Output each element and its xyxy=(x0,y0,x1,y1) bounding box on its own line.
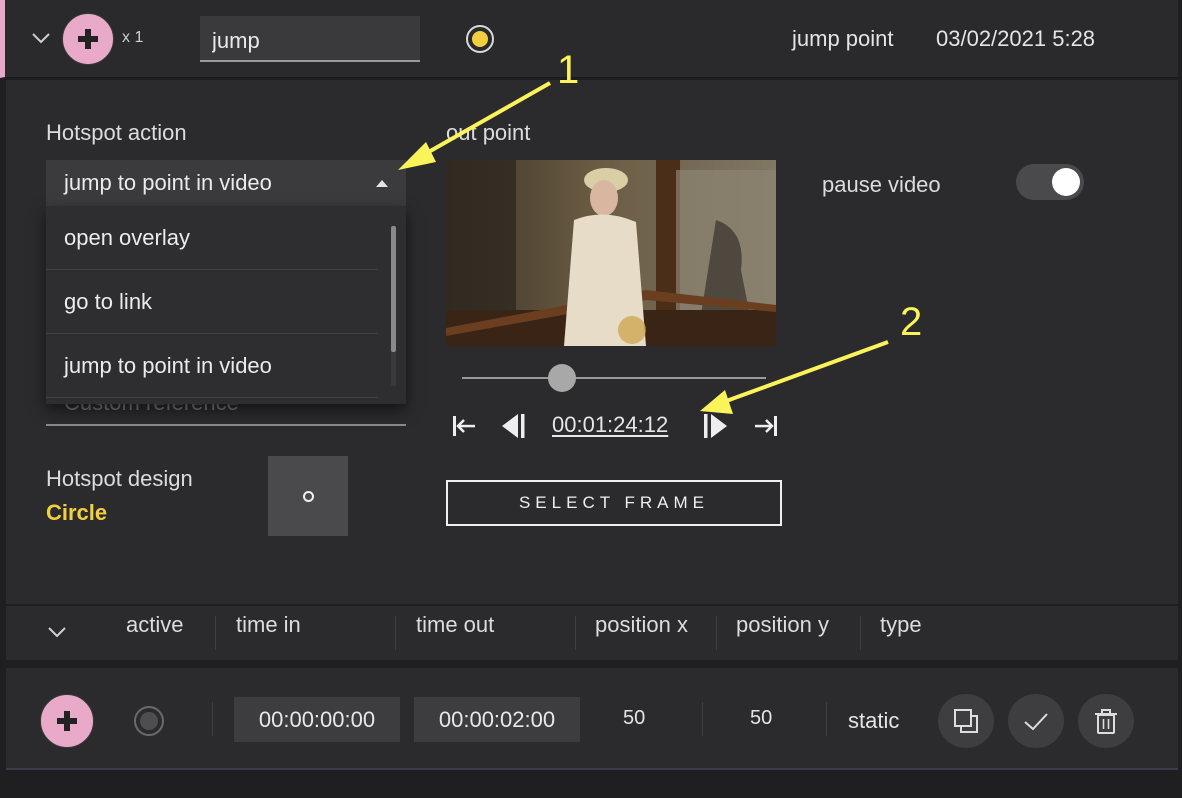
annotation-arrow-1 xyxy=(398,81,551,170)
annotation-number-1: 1 xyxy=(557,48,580,92)
annotation-arrow-2 xyxy=(700,340,889,414)
annotation-arrows xyxy=(398,81,889,414)
annotation-number-2: 2 xyxy=(900,300,923,344)
